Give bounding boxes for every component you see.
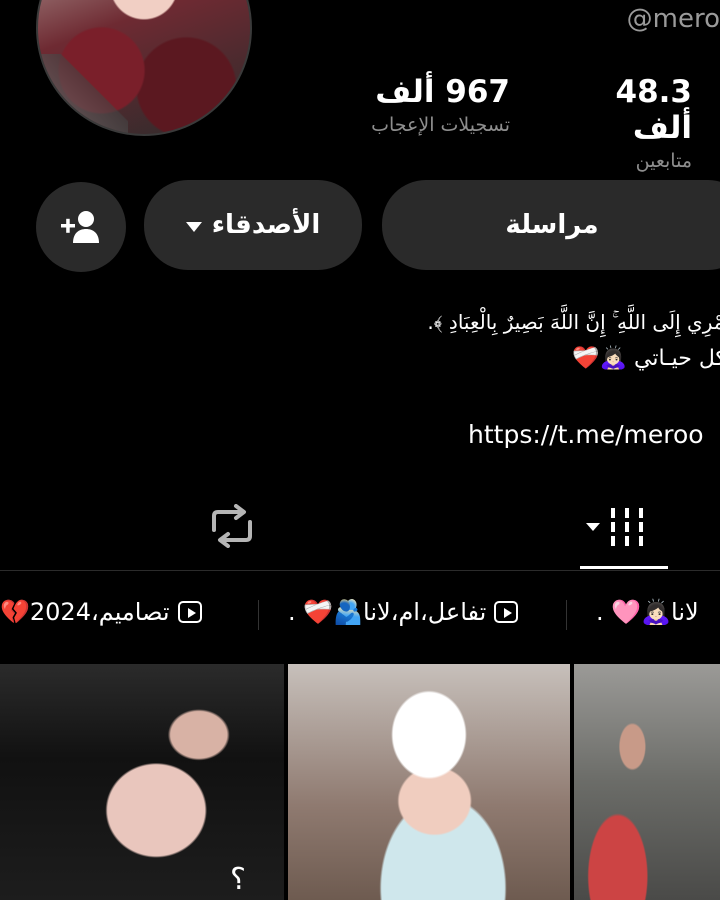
playlist-separator [258,600,259,630]
username: @mero [626,4,720,34]
tab-reposts[interactable] [206,504,258,548]
grid-icon [586,508,643,546]
playlist-chip-3[interactable]: لانا🙇🏻‍♀️🩷 . [596,598,699,626]
playlist-label: تصاميم،2024💔 [0,598,170,626]
caret-down-icon [185,222,202,232]
play-icon [494,601,519,623]
playlist-label: تفاعل،ام،لانا🫂❤️‍🩹 . [288,598,487,626]
add-user-icon [61,211,99,243]
video-thumbnail[interactable] [574,664,720,900]
thumbnail-overlay-text: ؟ [230,862,246,897]
friends-dropdown-button[interactable]: الأصدقاء [144,180,362,270]
stat-likes[interactable]: 967 ألف تسجيلات الإعجاب [330,74,510,136]
followers-count: 48.3 ألف [615,74,693,146]
playlist-separator [566,600,567,630]
stat-followers[interactable]: 48.3 ألف متابعين [560,74,693,172]
playlist-label: لانا🙇🏻‍♀️🩷 . [596,598,699,626]
play-icon [177,601,202,623]
likes-label: تسجيلات الإعجاب [371,114,510,136]
tabs-divider [0,570,720,571]
add-friend-button[interactable] [36,182,126,272]
message-label: مراسلة [505,210,599,240]
friends-label: الأصدقاء [211,210,321,240]
profile-avatar[interactable] [36,0,252,136]
active-tab-indicator [580,566,668,569]
video-thumbnail[interactable]: ؟ [0,664,284,900]
likes-count: 967 ألف [375,74,510,110]
playlist-chip-2[interactable]: تفاعل،ام،لانا🫂❤️‍🩹 . [288,598,519,626]
video-thumbnail[interactable] [288,664,570,900]
bio-line-1: أُمْرِي إِلَى اللَّهِ ۚ إِنَّ اللَّهَ بَ… [427,310,720,334]
tab-videos[interactable] [584,505,654,549]
avatar-photo [38,54,128,134]
bio-link[interactable]: https://t.me/meroo [468,420,704,449]
repost-icon [212,504,252,548]
bio-line-2: كل حيـاتي 🙇🏻‍♀️❤️‍🩹 [572,346,720,371]
playlist-chip-1[interactable]: تصاميم،2024💔 [0,598,202,626]
message-button[interactable]: مراسلة [382,180,720,270]
followers-label: متابعين [635,150,692,172]
